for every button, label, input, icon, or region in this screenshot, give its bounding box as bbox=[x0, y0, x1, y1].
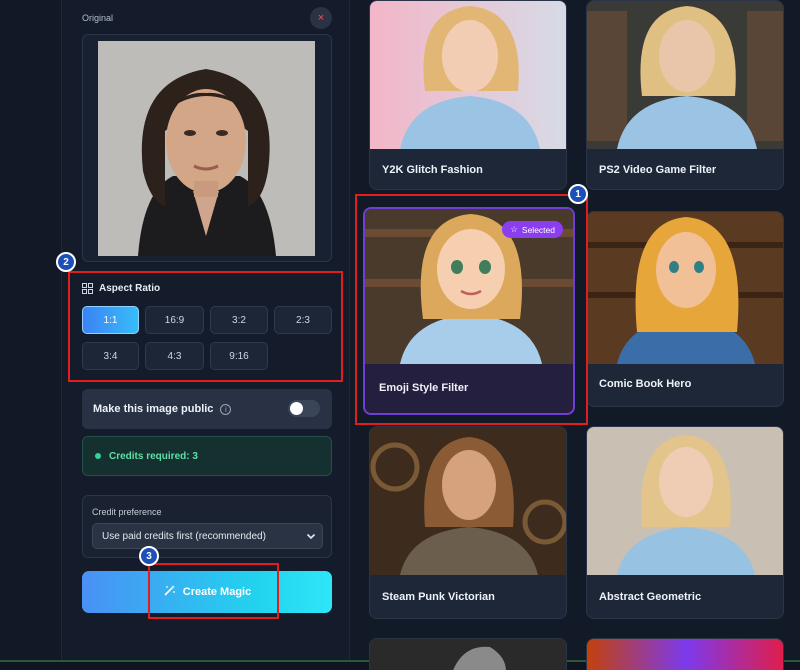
style-card-partial[interactable] bbox=[369, 638, 567, 670]
style-preview-image bbox=[370, 1, 566, 149]
make-public-label: Make this image public bbox=[93, 403, 214, 415]
credit-preference-label: Credit preference bbox=[92, 507, 162, 517]
annotation-marker-3: 3 bbox=[139, 546, 159, 566]
ratio-option-9-16[interactable]: 9:16 bbox=[210, 342, 268, 370]
ratio-option-1-1[interactable]: 1:1 bbox=[82, 306, 139, 334]
annotation-marker-1: 1 bbox=[568, 184, 588, 204]
credit-preference-select[interactable]: Use paid credits first (recommended) bbox=[92, 523, 323, 549]
credits-required-box: Credits required: 3 bbox=[82, 436, 332, 476]
ratio-option-2-3[interactable]: 2:3 bbox=[274, 306, 332, 334]
ratio-option-3-2[interactable]: 3:2 bbox=[210, 306, 268, 334]
ratio-option-16-9[interactable]: 16:9 bbox=[145, 306, 204, 334]
style-preview-image bbox=[370, 427, 566, 575]
magic-wand-icon bbox=[163, 584, 176, 600]
chevron-down-icon bbox=[306, 531, 316, 541]
create-magic-label: Create Magic bbox=[182, 586, 252, 598]
star-icon: ☆ bbox=[510, 224, 518, 234]
style-card-comic-book-hero[interactable]: Comic Book Hero bbox=[586, 211, 784, 407]
credits-required-text: Credits required: 3 bbox=[109, 450, 198, 462]
create-magic-button[interactable]: Create Magic bbox=[82, 571, 332, 613]
style-preview-image bbox=[587, 1, 783, 149]
style-title: PS2 Video Game Filter bbox=[599, 164, 717, 176]
selected-badge: ☆ Selected bbox=[502, 221, 563, 238]
ratio-option-4-3[interactable]: 4:3 bbox=[145, 342, 204, 370]
aspect-ratio-label: Aspect Ratio bbox=[99, 283, 161, 294]
style-card-abstract-geometric[interactable]: Abstract Geometric bbox=[586, 426, 784, 619]
style-title: Steam Punk Victorian bbox=[382, 591, 495, 603]
style-title: Abstract Geometric bbox=[599, 591, 702, 603]
style-card-y2k-glitch-fashion[interactable]: Y2K Glitch Fashion bbox=[369, 0, 567, 190]
style-title: Comic Book Hero bbox=[599, 378, 692, 390]
credit-preference-value: Use paid credits first (recommended) bbox=[102, 530, 266, 542]
style-title: Emoji Style Filter bbox=[379, 382, 469, 394]
make-public-toggle[interactable] bbox=[288, 400, 320, 417]
ratio-option-3-4[interactable]: 3:4 bbox=[82, 342, 139, 370]
aspect-ratio-heading: Aspect Ratio bbox=[82, 283, 160, 294]
info-icon[interactable]: i bbox=[220, 403, 232, 415]
style-title: Y2K Glitch Fashion bbox=[382, 164, 483, 176]
annotation-marker-2: 2 bbox=[56, 252, 76, 272]
style-preview-image bbox=[587, 639, 783, 670]
style-preview-image bbox=[587, 427, 783, 575]
credit-preference-box: Credit preference Use paid credits first… bbox=[82, 495, 332, 558]
style-card-steam-punk-victorian[interactable]: Steam Punk Victorian bbox=[369, 426, 567, 619]
grid-icon bbox=[82, 283, 93, 294]
close-icon[interactable]: × bbox=[310, 7, 332, 29]
original-portrait-image bbox=[98, 41, 315, 256]
style-card-partial[interactable] bbox=[586, 638, 784, 670]
original-label: Original bbox=[82, 13, 114, 23]
make-public-row: Make this image public i bbox=[82, 389, 332, 429]
style-card-emoji-style-filter[interactable]: ☆ Selected Emoji Style Filter bbox=[363, 207, 575, 415]
style-preview-image bbox=[587, 212, 783, 364]
style-preview-image bbox=[370, 639, 566, 670]
status-dot-icon bbox=[95, 453, 101, 459]
left-navigation-strip bbox=[0, 0, 62, 670]
selected-badge-label: Selected bbox=[521, 224, 555, 235]
style-card-ps2-video-game-filter[interactable]: PS2 Video Game Filter bbox=[586, 0, 784, 190]
